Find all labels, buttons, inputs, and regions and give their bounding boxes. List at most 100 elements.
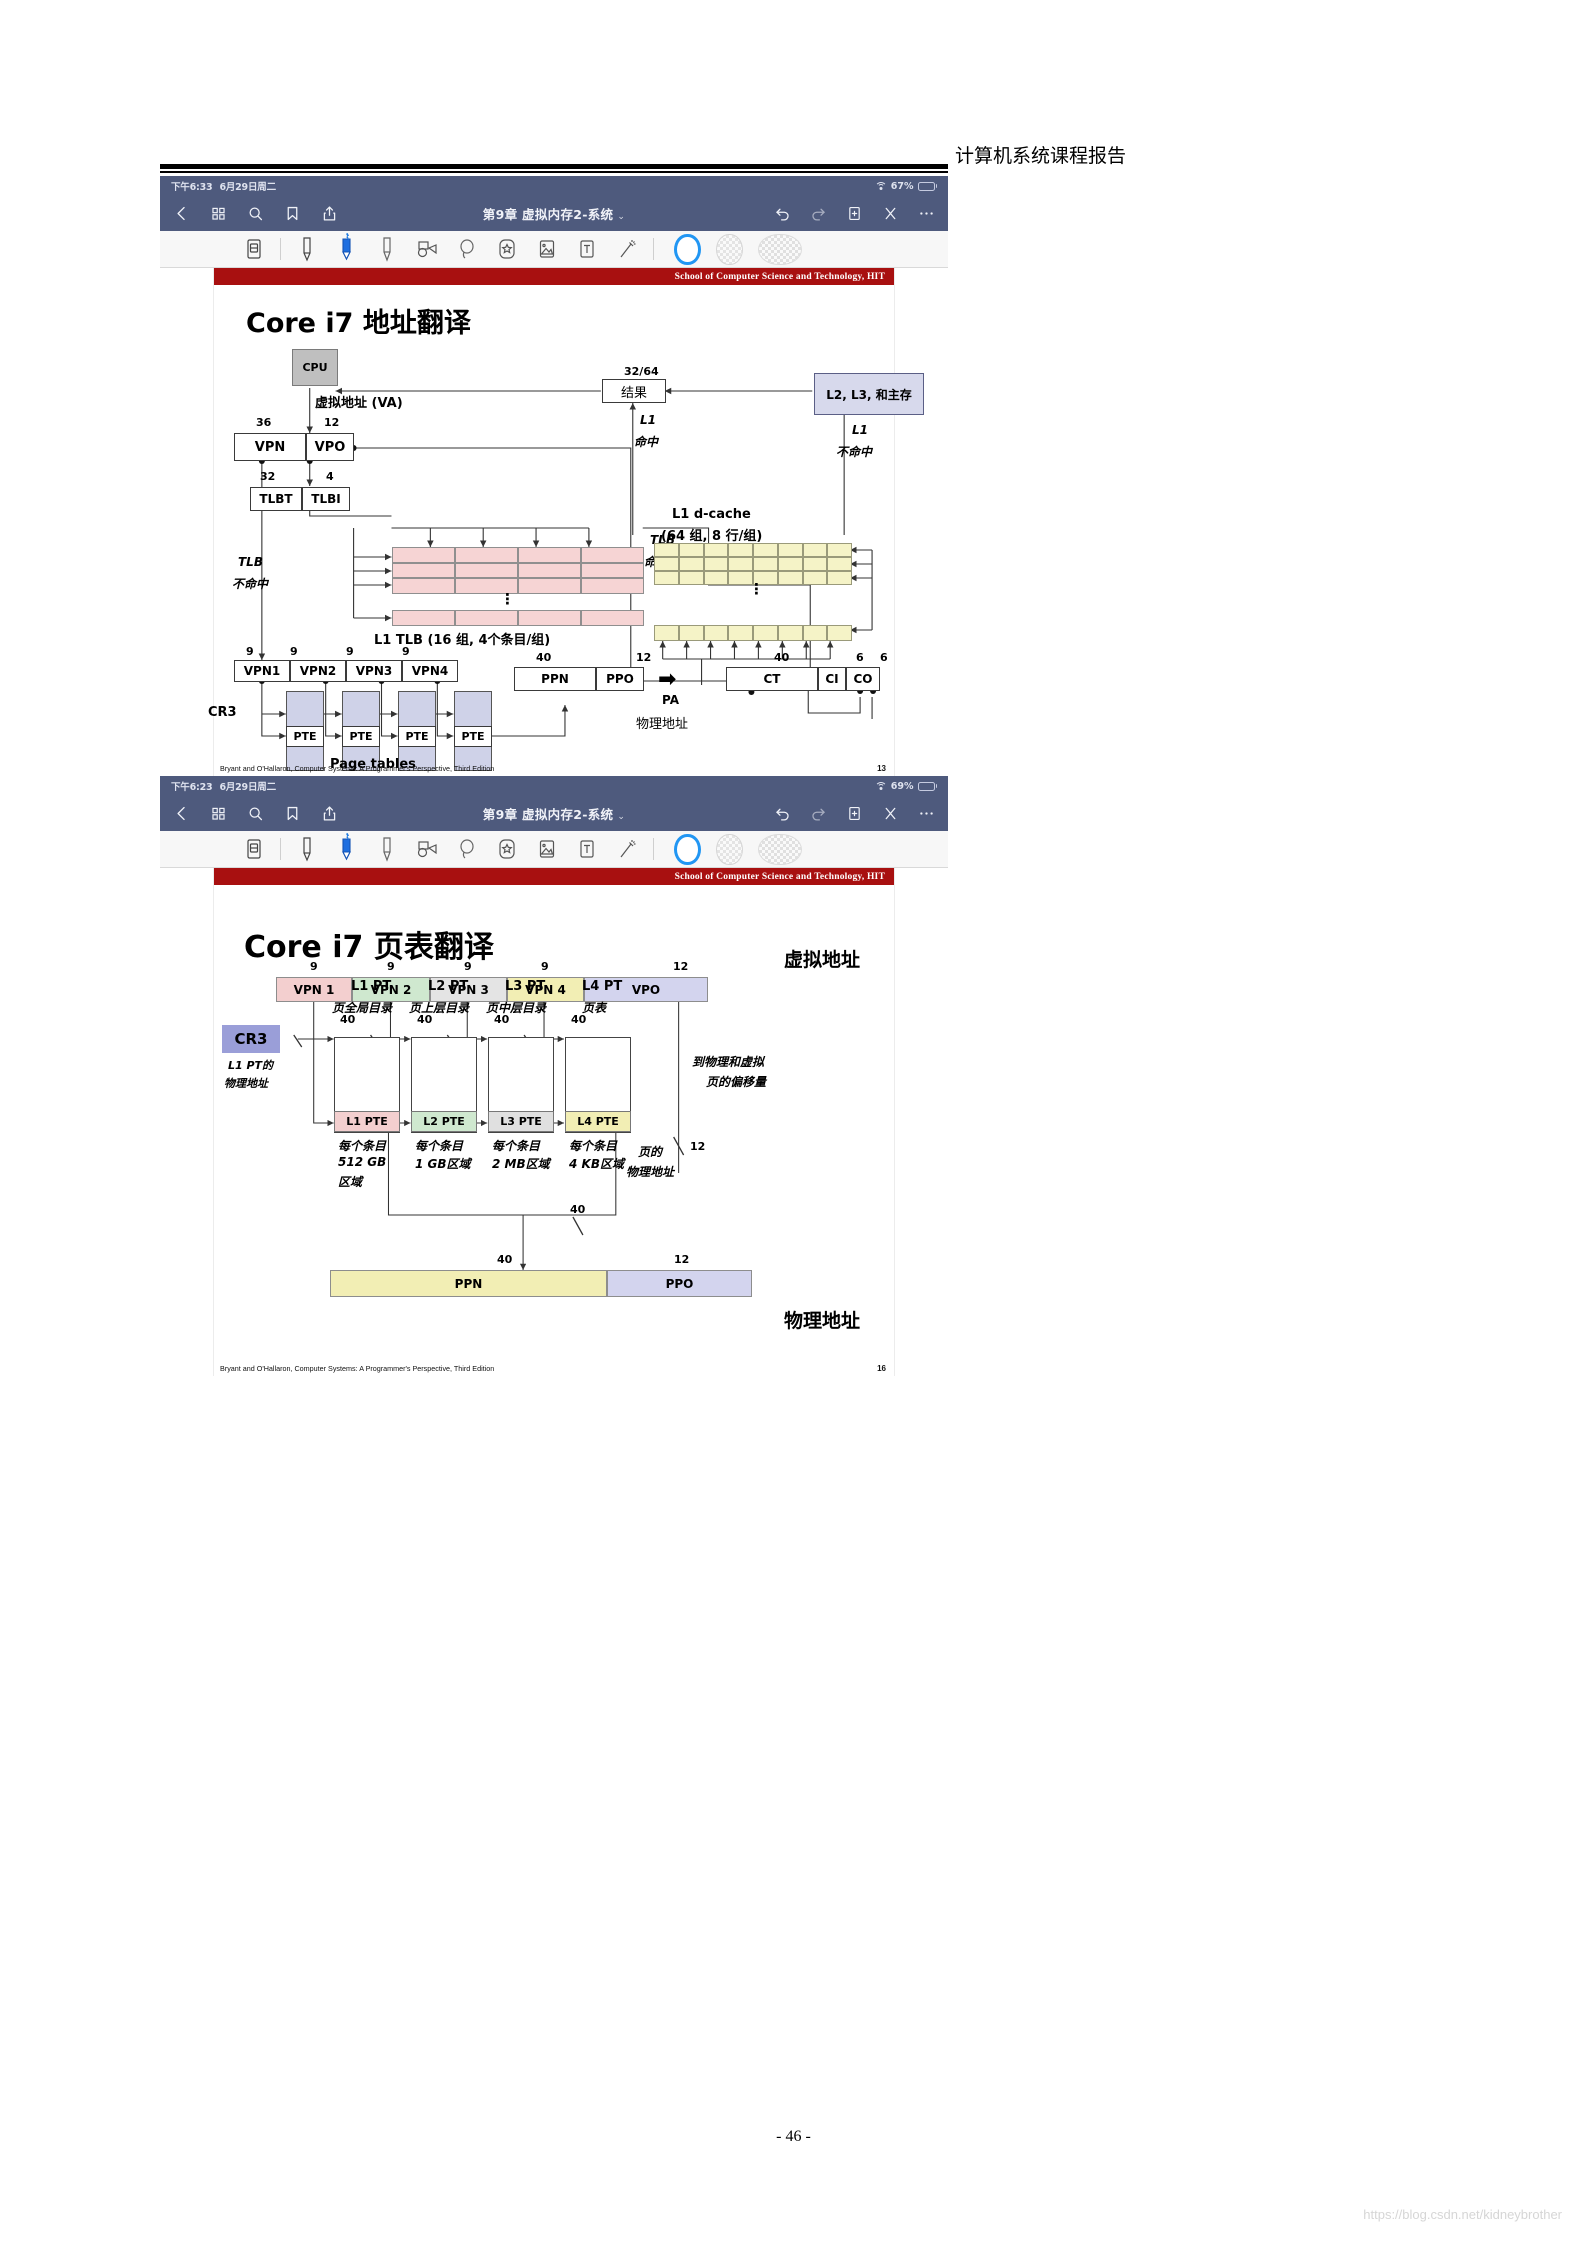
ppo-bits-2: 12 — [674, 1253, 690, 1266]
pen-icon[interactable] — [287, 232, 327, 266]
thumbnails-grid-icon[interactable] — [210, 805, 227, 822]
magic-wand-icon[interactable] — [607, 832, 647, 866]
region-note-3b: 2 MB区域 — [492, 1157, 550, 1171]
magic-wand-icon[interactable] — [607, 232, 647, 266]
vpn-box: VPN — [234, 433, 306, 461]
tlbi-bits: 4 — [326, 470, 334, 483]
slide-13-footer: Bryant and O'Hallaron, Computer Systems:… — [220, 764, 495, 773]
pencil-icon[interactable] — [367, 232, 407, 266]
redo-icon[interactable] — [810, 805, 827, 822]
pte-3: PTE — [398, 726, 436, 747]
dcache-vdots: ⋮ — [749, 581, 764, 598]
wifi-icon — [874, 781, 887, 791]
active-color-swatch[interactable] — [674, 233, 701, 265]
lasso-icon[interactable] — [447, 832, 487, 866]
slide-13: School of Computer Science and Technolog… — [208, 268, 924, 776]
share-icon[interactable] — [321, 205, 338, 222]
region-note-3a: 每个条目 — [492, 1139, 541, 1153]
physical-address-label: 物理地址 — [784, 1310, 861, 1332]
redo-icon[interactable] — [810, 205, 827, 222]
slide-13-body: Core i7 地址翻译 CPU 虚拟地址 (VA) 32/64 结果 L2, … — [208, 285, 924, 776]
add-page-icon[interactable] — [846, 205, 863, 222]
vpo-bits: 12 — [324, 416, 340, 429]
battery-percent-2: 69% — [890, 780, 914, 792]
slide-13-number: 13 — [877, 764, 886, 773]
nav-title-text: 第9章 虚拟内存2-系统 — [482, 207, 614, 222]
pencil-icon[interactable] — [367, 832, 407, 866]
lasso-icon[interactable] — [447, 232, 487, 266]
search-icon[interactable] — [247, 805, 264, 822]
close-icon[interactable] — [882, 205, 899, 222]
header-rule-thick — [160, 164, 948, 169]
page-pa-note-2: 物理地址 — [626, 1165, 675, 1179]
thumbnails-grid-icon[interactable] — [210, 205, 227, 222]
sticker-icon[interactable] — [487, 832, 527, 866]
image-icon[interactable] — [527, 232, 567, 266]
pt-subtitle-2: 页上层目录 — [409, 1001, 470, 1015]
ppn-box-2: PPN — [330, 1270, 607, 1297]
status-time: 下午6:33 — [171, 182, 213, 193]
highlighter-icon[interactable] — [327, 232, 367, 266]
more-icon[interactable] — [918, 805, 935, 822]
share-icon[interactable] — [321, 805, 338, 822]
l1-hit-label-1: L1 — [640, 413, 656, 427]
undo-icon[interactable] — [774, 805, 791, 822]
cr3-sub-1: L1 PT的 — [228, 1059, 274, 1072]
toolbar-divider-2 — [653, 838, 654, 860]
vpn3-bits: 9 — [346, 645, 354, 658]
virtual-address-label: 虚拟地址 — [784, 949, 861, 971]
shape-icon[interactable] — [407, 232, 447, 266]
annotation-toolbar-2 — [160, 831, 948, 868]
pte-box-3: L3 PTE — [488, 1111, 554, 1132]
chevron-down-icon[interactable]: ⌄ — [617, 812, 625, 822]
textbox-icon[interactable] — [567, 232, 607, 266]
transparent-swatch-2[interactable] — [758, 833, 802, 865]
transparent-swatch-1[interactable] — [716, 833, 743, 865]
dcache-grid — [654, 543, 852, 585]
result-bits: 32/64 — [624, 365, 659, 378]
ppn-bits-2: 40 — [497, 1253, 513, 1266]
add-page-icon[interactable] — [846, 805, 863, 822]
ppn-box: PPN — [514, 667, 596, 691]
transparent-swatch-1[interactable] — [716, 233, 743, 265]
region-note-4b: 4 KB区域 — [569, 1157, 624, 1171]
eraser-icon[interactable] — [234, 832, 274, 866]
more-icon[interactable] — [918, 205, 935, 222]
chevron-down-icon[interactable]: ⌄ — [617, 212, 625, 222]
highlighter-icon[interactable] — [327, 832, 367, 866]
search-icon[interactable] — [247, 205, 264, 222]
color-swatches-2 — [674, 833, 802, 865]
back-chevron-icon[interactable] — [173, 805, 190, 822]
pte-2: PTE — [342, 726, 380, 747]
result-box: 结果 — [602, 379, 666, 403]
bookmark-icon[interactable] — [284, 205, 301, 222]
ppo-box: PPO — [596, 667, 644, 691]
offset-bits: 12 — [690, 1140, 706, 1153]
pt-title-4: L4 PT — [582, 979, 623, 994]
bookmark-icon[interactable] — [284, 805, 301, 822]
transparent-swatch-2[interactable] — [758, 233, 802, 265]
close-icon[interactable] — [882, 805, 899, 822]
region-note-4a: 每个条目 — [569, 1139, 618, 1153]
eraser-icon[interactable] — [234, 232, 274, 266]
textbox-icon[interactable] — [567, 832, 607, 866]
header-rule-thin — [160, 171, 948, 173]
back-chevron-icon[interactable] — [173, 205, 190, 222]
active-color-swatch[interactable] — [674, 833, 701, 865]
tlbi-box: TLBI — [302, 487, 350, 511]
vpn1-bits: 9 — [246, 645, 254, 658]
pen-icon[interactable] — [287, 832, 327, 866]
battery-icon — [917, 181, 937, 191]
sticker-icon[interactable] — [487, 232, 527, 266]
toolbar-divider — [280, 238, 281, 260]
undo-icon[interactable] — [774, 205, 791, 222]
cr3-box: CR3 — [222, 1025, 280, 1053]
shape-icon[interactable] — [407, 832, 447, 866]
co-bits: 6 — [880, 651, 888, 664]
tlb-miss-label-1: TLB — [238, 555, 263, 569]
image-icon[interactable] — [527, 832, 567, 866]
toolbar-divider-2 — [653, 238, 654, 260]
tlb-miss-label-2: 不命中 — [232, 577, 269, 591]
slide-band-text: School of Computer Science and Technolog… — [674, 271, 885, 282]
annotation-toolbar — [160, 231, 948, 268]
